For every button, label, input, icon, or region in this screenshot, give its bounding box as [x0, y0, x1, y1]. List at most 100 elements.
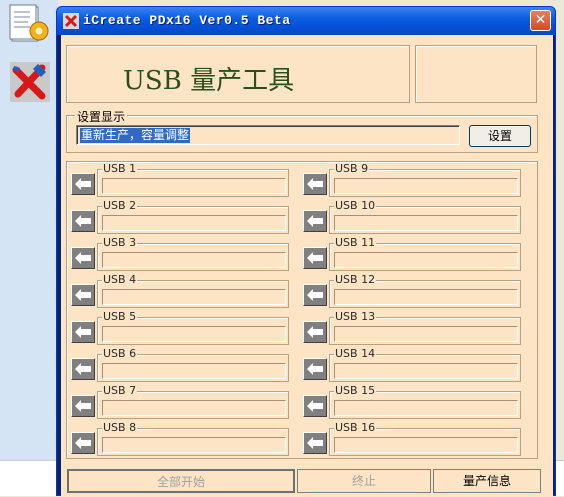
usb-port-status	[102, 178, 286, 194]
usb-port-label: USB 5	[102, 310, 138, 323]
usb-slot: USB 14	[303, 348, 525, 383]
usb-port-frame: USB 3	[97, 237, 289, 271]
usb-port-label: USB 1	[102, 162, 138, 175]
usb-port-label: USB 4	[102, 273, 138, 286]
usb-port-frame: USB 10	[329, 200, 521, 234]
usb-eject-arrow-icon[interactable]	[303, 432, 327, 454]
production-info-button[interactable]: 量产信息	[433, 469, 541, 493]
usb-eject-arrow-icon[interactable]	[303, 395, 327, 417]
document-settings-icon[interactable]	[8, 4, 50, 46]
settings-legend: 设置显示	[75, 108, 128, 125]
usb-port-frame: USB 9	[329, 163, 521, 197]
usb-port-frame: USB 12	[329, 274, 521, 308]
usb-port-frame: USB 11	[329, 237, 521, 271]
start-all-button[interactable]: 全部开始	[67, 469, 295, 493]
usb-eject-arrow-icon[interactable]	[71, 321, 95, 343]
app-icon	[63, 13, 79, 29]
banner-panel: USB 量产工具	[66, 45, 410, 103]
usb-port-status	[102, 437, 286, 453]
usb-slot: USB 7	[71, 385, 293, 420]
usb-port-frame: USB 5	[97, 311, 289, 345]
usb-slot: USB 3	[71, 237, 293, 272]
usb-port-status	[334, 178, 518, 194]
usb-port-label: USB 10	[334, 199, 377, 212]
usb-slot: USB 13	[303, 311, 525, 346]
usb-port-label: USB 13	[334, 310, 377, 323]
usb-port-status	[102, 400, 286, 416]
client-area: USB 量产工具 设置显示 重新生产，容量调整 设置 USB 1 USB 2 USB…	[61, 35, 553, 497]
usb-port-status	[102, 252, 286, 268]
usb-eject-arrow-icon[interactable]	[303, 173, 327, 195]
usb-port-frame: USB 14	[329, 348, 521, 382]
usb-port-label: USB 16	[334, 421, 377, 434]
banner-title: USB 量产工具	[123, 66, 295, 96]
usb-eject-arrow-icon[interactable]	[71, 173, 95, 195]
usb-port-status	[334, 363, 518, 379]
usb-port-frame: USB 2	[97, 200, 289, 234]
usb-port-status	[334, 252, 518, 268]
usb-eject-arrow-icon[interactable]	[71, 432, 95, 454]
usb-eject-arrow-icon[interactable]	[303, 284, 327, 306]
usb-port-frame: USB 6	[97, 348, 289, 382]
usb-port-label: USB 12	[334, 273, 377, 286]
usb-port-status	[334, 326, 518, 342]
usb-eject-arrow-icon[interactable]	[303, 210, 327, 232]
stop-button[interactable]: 终止	[297, 469, 431, 493]
usb-port-label: USB 11	[334, 236, 377, 249]
usb-port-label: USB 6	[102, 347, 138, 360]
usb-port-status	[102, 363, 286, 379]
usb-port-label: USB 14	[334, 347, 377, 360]
usb-eject-arrow-icon[interactable]	[71, 247, 95, 269]
settings-group: 设置显示 重新生产，容量调整 设置	[66, 108, 538, 153]
usb-port-frame: USB 8	[97, 422, 289, 456]
window-title: iCreate PDx16 Ver0.5 Beta	[83, 13, 291, 28]
usb-slot: USB 16	[303, 422, 525, 457]
title-bar[interactable]: iCreate PDx16 Ver0.5 Beta ✕	[57, 7, 555, 35]
usb-eject-arrow-icon[interactable]	[303, 358, 327, 380]
usb-eject-arrow-icon[interactable]	[71, 210, 95, 232]
usb-eject-arrow-icon[interactable]	[303, 247, 327, 269]
usb-port-status	[334, 289, 518, 305]
settings-button[interactable]: 设置	[469, 125, 531, 147]
usb-port-frame: USB 1	[97, 163, 289, 197]
usb-slot: USB 8	[71, 422, 293, 457]
app-window: iCreate PDx16 Ver0.5 Beta ✕ USB 量产工具 设置显…	[56, 6, 556, 497]
usb-slot: USB 9	[303, 163, 525, 198]
usb-port-status	[334, 215, 518, 231]
usb-eject-arrow-icon[interactable]	[71, 358, 95, 380]
usb-slot: USB 15	[303, 385, 525, 420]
usb-slot: USB 11	[303, 237, 525, 272]
usb-slot: USB 1	[71, 163, 293, 198]
usb-port-label: USB 2	[102, 199, 138, 212]
usb-port-frame: USB 15	[329, 385, 521, 419]
usb-port-label: USB 15	[334, 384, 377, 397]
settings-display-field[interactable]: 重新生产，容量调整	[76, 125, 460, 145]
usb-eject-arrow-icon[interactable]	[71, 395, 95, 417]
usb-port-label: USB 7	[102, 384, 138, 397]
usb-port-area: USB 1 USB 2 USB 3 USB 4 USB 5 USB 6 USB 7 USB 8…	[66, 161, 538, 459]
usb-port-label: USB 8	[102, 421, 138, 434]
usb-port-frame: USB 7	[97, 385, 289, 419]
usb-port-frame: USB 16	[329, 422, 521, 456]
usb-port-frame: USB 4	[97, 274, 289, 308]
usb-port-status	[102, 326, 286, 342]
usb-eject-arrow-icon[interactable]	[303, 321, 327, 343]
usb-slot: USB 5	[71, 311, 293, 346]
usb-port-frame: USB 13	[329, 311, 521, 345]
logo-panel	[415, 45, 537, 103]
usb-slot: USB 12	[303, 274, 525, 309]
usb-port-status	[334, 437, 518, 453]
usb-slot: USB 2	[71, 200, 293, 235]
usb-port-label: USB 3	[102, 236, 138, 249]
usb-port-status	[334, 400, 518, 416]
usb-port-status	[102, 289, 286, 305]
usb-slot: USB 6	[71, 348, 293, 383]
usb-eject-arrow-icon[interactable]	[71, 284, 95, 306]
usb-port-label: USB 9	[334, 162, 370, 175]
close-button[interactable]: ✕	[530, 10, 551, 31]
usb-port-status	[102, 215, 286, 231]
settings-display-value: 重新生产，容量调整	[80, 128, 191, 143]
usb-slot: USB 4	[71, 274, 293, 309]
tools-icon[interactable]	[8, 60, 50, 102]
usb-slot: USB 10	[303, 200, 525, 235]
